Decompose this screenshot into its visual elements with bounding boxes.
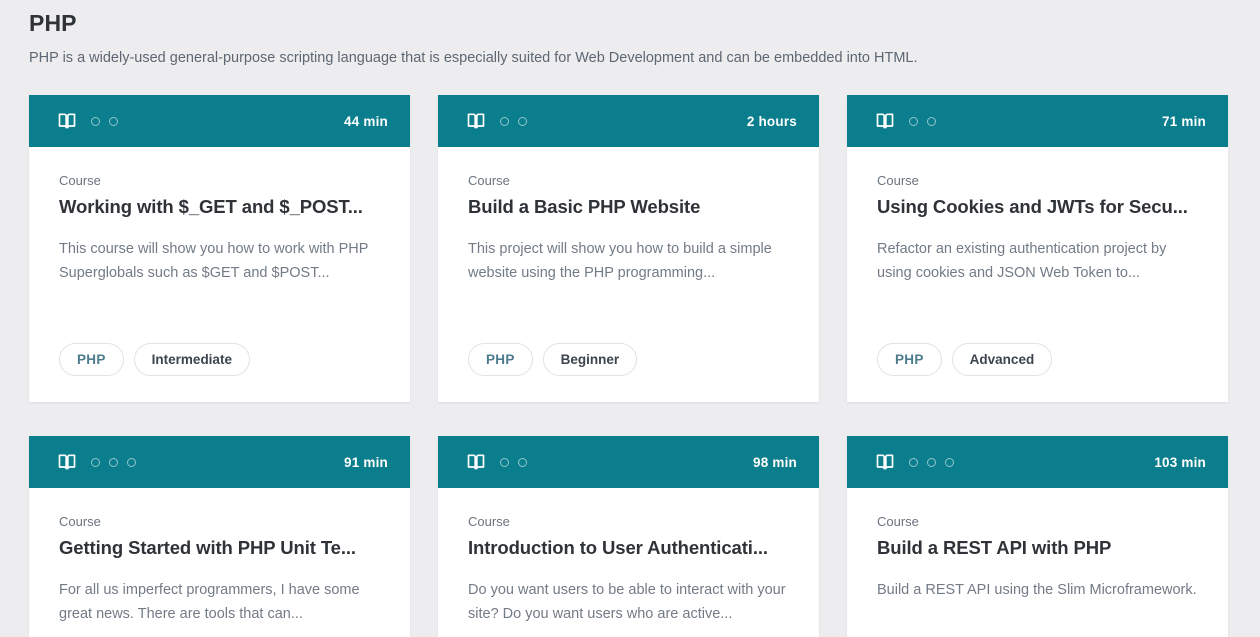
difficulty-dot: [91, 117, 100, 126]
page-header: PHP PHP is a widely-used general-purpose…: [29, 0, 1231, 68]
difficulty-dot: [518, 117, 527, 126]
difficulty-dot: [909, 458, 918, 467]
course-duration: 103 min: [1154, 455, 1206, 470]
course-card[interactable]: 103 min Course Build a REST API with PHP…: [847, 436, 1228, 637]
difficulty-dots: [500, 458, 527, 467]
page-title: PHP: [29, 8, 1231, 38]
course-card-body: Course Working with $_GET and $_POST... …: [29, 147, 410, 402]
open-book-icon: [57, 111, 77, 131]
tag-topic[interactable]: PHP: [877, 343, 942, 376]
course-type-label: Course: [468, 173, 789, 189]
php-topic-page: PHP PHP is a widely-used general-purpose…: [0, 0, 1260, 637]
course-card-header-left: [57, 452, 136, 472]
course-card-header: 91 min: [29, 436, 410, 488]
difficulty-dot: [909, 117, 918, 126]
tag-topic[interactable]: PHP: [468, 343, 533, 376]
course-description: For all us imperfect programmers, I have…: [59, 578, 380, 626]
course-card-body: Course Build a Basic PHP Website This pr…: [438, 147, 819, 402]
course-type-label: Course: [59, 514, 380, 530]
tag-level[interactable]: Intermediate: [134, 343, 250, 376]
course-tags: PHP Beginner: [468, 343, 789, 402]
course-card-header: 71 min: [847, 95, 1228, 147]
course-duration: 98 min: [753, 455, 797, 470]
course-description: This course will show you how to work wi…: [59, 237, 380, 285]
difficulty-dots: [909, 458, 954, 467]
course-type-label: Course: [468, 514, 789, 530]
difficulty-dots: [909, 117, 936, 126]
difficulty-dot: [109, 458, 118, 467]
course-duration: 91 min: [344, 455, 388, 470]
course-card-body: Course Introduction to User Authenticati…: [438, 488, 819, 637]
tag-level[interactable]: Advanced: [952, 343, 1053, 376]
course-description: Do you want users to be able to interact…: [468, 578, 789, 626]
difficulty-dot: [127, 458, 136, 467]
difficulty-dot: [927, 458, 936, 467]
course-card[interactable]: 91 min Course Getting Started with PHP U…: [29, 436, 410, 637]
difficulty-dot: [500, 117, 509, 126]
course-title[interactable]: Introduction to User Authenticati...: [468, 536, 789, 560]
difficulty-dot: [927, 117, 936, 126]
course-card-body: Course Getting Started with PHP Unit Te.…: [29, 488, 410, 637]
course-card-header-left: [875, 111, 936, 131]
course-card-header-left: [875, 452, 954, 472]
course-card-header-left: [57, 111, 118, 131]
course-card[interactable]: 2 hours Course Build a Basic PHP Website…: [438, 95, 819, 402]
course-title[interactable]: Build a Basic PHP Website: [468, 195, 789, 219]
open-book-icon: [466, 452, 486, 472]
open-book-icon: [875, 452, 895, 472]
tag-level[interactable]: Beginner: [543, 343, 638, 376]
course-card-header: 98 min: [438, 436, 819, 488]
course-card-grid: 44 min Course Working with $_GET and $_P…: [29, 95, 1231, 637]
course-title[interactable]: Using Cookies and JWTs for Secu...: [877, 195, 1198, 219]
course-card[interactable]: 98 min Course Introduction to User Authe…: [438, 436, 819, 637]
course-type-label: Course: [877, 173, 1198, 189]
course-card-header: 44 min: [29, 95, 410, 147]
course-card[interactable]: 44 min Course Working with $_GET and $_P…: [29, 95, 410, 402]
course-duration: 44 min: [344, 114, 388, 129]
course-duration: 2 hours: [747, 114, 797, 129]
course-tags: PHP Advanced: [877, 343, 1198, 402]
difficulty-dots: [91, 117, 118, 126]
difficulty-dot: [109, 117, 118, 126]
difficulty-dots: [91, 458, 136, 467]
course-card[interactable]: 71 min Course Using Cookies and JWTs for…: [847, 95, 1228, 402]
course-description: Build a REST API using the Slim Microfra…: [877, 578, 1198, 602]
difficulty-dot: [518, 458, 527, 467]
course-type-label: Course: [877, 514, 1198, 530]
open-book-icon: [466, 111, 486, 131]
course-card-header: 2 hours: [438, 95, 819, 147]
difficulty-dot: [91, 458, 100, 467]
course-tags: PHP Intermediate: [59, 343, 380, 402]
course-duration: 71 min: [1162, 114, 1206, 129]
difficulty-dot: [500, 458, 509, 467]
page-description: PHP is a widely-used general-purpose scr…: [29, 48, 1231, 68]
open-book-icon: [875, 111, 895, 131]
course-type-label: Course: [59, 173, 380, 189]
tag-topic[interactable]: PHP: [59, 343, 124, 376]
course-description: This project will show you how to build …: [468, 237, 789, 285]
course-card-header-left: [466, 452, 527, 472]
course-title[interactable]: Build a REST API with PHP: [877, 536, 1198, 560]
course-title[interactable]: Working with $_GET and $_POST...: [59, 195, 380, 219]
course-description: Refactor an existing authentication proj…: [877, 237, 1198, 285]
course-card-header: 103 min: [847, 436, 1228, 488]
difficulty-dots: [500, 117, 527, 126]
course-card-header-left: [466, 111, 527, 131]
course-card-body: Course Using Cookies and JWTs for Secu..…: [847, 147, 1228, 402]
course-card-body: Course Build a REST API with PHP Build a…: [847, 488, 1228, 637]
open-book-icon: [57, 452, 77, 472]
course-title[interactable]: Getting Started with PHP Unit Te...: [59, 536, 380, 560]
difficulty-dot: [945, 458, 954, 467]
